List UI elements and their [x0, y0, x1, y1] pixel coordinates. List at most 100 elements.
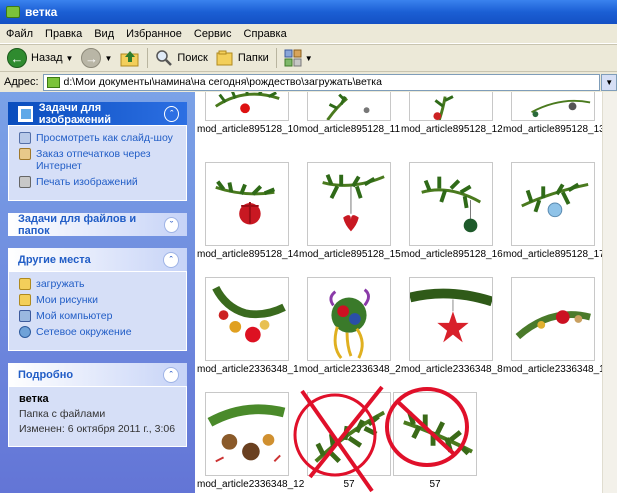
- expand-chevron-icon[interactable]: ˇ: [163, 216, 179, 233]
- folders-button[interactable]: Папки: [212, 46, 273, 70]
- place-label: Мои рисунки: [36, 294, 98, 306]
- other-places-title: Другие места: [18, 253, 91, 266]
- address-label: Адрес:: [4, 76, 39, 88]
- thumbnail: [511, 92, 595, 121]
- file-item[interactable]: mod_article895128_13: [503, 92, 602, 135]
- thumbnail: [205, 92, 289, 121]
- search-icon: [156, 50, 173, 66]
- ribbon-bouquet-image: [329, 288, 370, 359]
- vertical-scrollbar[interactable]: [602, 92, 617, 493]
- file-item[interactable]: mod_article895128_17: [503, 162, 602, 260]
- file-item[interactable]: mod_article2336348_11: [503, 277, 602, 375]
- file-item[interactable]: mod_article895128_16: [401, 162, 503, 260]
- pine-garland-image: [212, 285, 286, 343]
- print-images-label: Печать изображений: [36, 176, 138, 188]
- file-name: mod_article895128_17: [503, 249, 602, 260]
- details-header[interactable]: Подробно ˆ: [8, 363, 187, 386]
- up-folder-button[interactable]: [116, 46, 144, 70]
- up-folder-icon: [120, 51, 139, 67]
- file-tasks-header[interactable]: Задачи для файлов и папок ˇ: [8, 212, 187, 237]
- order-prints-link[interactable]: Заказ отпечатков через Интернет: [19, 148, 176, 172]
- file-tasks-panel: Задачи для файлов и папок ˇ: [8, 212, 187, 237]
- place-label: Мой компьютер: [36, 310, 113, 322]
- file-item[interactable]: mod_article895128_10: [197, 92, 299, 135]
- file-name: mod_article2336348_1: [197, 364, 299, 375]
- file-name: mod_article895128_12: [401, 124, 503, 135]
- file-item[interactable]: mod_article2336348_1: [197, 277, 299, 375]
- menu-tools[interactable]: Сервис: [188, 28, 238, 40]
- place-label: Сетевое окружение: [36, 326, 132, 338]
- pine-branch-image: [322, 173, 385, 232]
- image-tasks-header[interactable]: Задачи для изображений ˆ: [8, 101, 187, 126]
- chevron-down-icon[interactable]: ▼: [305, 54, 313, 63]
- thumbnail: [409, 162, 493, 246]
- file-item[interactable]: mod_article895128_14: [197, 162, 299, 260]
- forward-arrow-icon: →: [81, 48, 102, 68]
- file-item[interactable]: mod_article895128_12: [401, 92, 503, 135]
- other-places-body: загружать Мои рисунки Мой компьютер Сете…: [8, 271, 187, 351]
- slideshow-link[interactable]: Просмотреть как слайд-шоу: [19, 132, 176, 144]
- file-name: mod_article895128_14: [197, 249, 299, 260]
- slideshow-label: Просмотреть как слайд-шоу: [36, 132, 173, 144]
- file-list: mod_article895128_10 mod_article895128_1…: [195, 92, 602, 493]
- thumbnail: [307, 162, 391, 246]
- file-item[interactable]: mod_article2336348_8: [401, 277, 503, 375]
- menu-edit[interactable]: Правка: [39, 28, 88, 40]
- pine-branch-image: [326, 93, 370, 120]
- pine-ornaments-image: [207, 404, 286, 463]
- window-title: ветка: [25, 5, 58, 19]
- back-button[interactable]: ← Назад ▼: [3, 46, 77, 70]
- file-tasks-title: Задачи для файлов и папок: [18, 212, 137, 237]
- menu-file[interactable]: Файл: [0, 28, 39, 40]
- details-type: Папка с файлами: [19, 408, 106, 420]
- place-label: загружать: [36, 278, 85, 290]
- views-icon: [284, 49, 302, 67]
- details-title: Подробно: [18, 368, 74, 381]
- file-item[interactable]: mod_article895128_15: [299, 162, 401, 260]
- folder-icon: [6, 6, 20, 18]
- thumbnail: [205, 392, 289, 476]
- toolbar: ← Назад ▼ → ▼ Поиск Папки ▼: [0, 44, 617, 72]
- file-item[interactable]: mod_article895128_11: [299, 92, 400, 135]
- pine-garland-image: [515, 310, 591, 340]
- chevron-down-icon[interactable]: ▼: [104, 54, 112, 63]
- pine-branch-image: [433, 95, 454, 120]
- views-button[interactable]: ▼: [280, 46, 317, 70]
- menu-help[interactable]: Справка: [238, 28, 293, 40]
- thumbnail: [307, 92, 391, 121]
- menu-view[interactable]: Вид: [88, 28, 120, 40]
- other-places-panel: Другие места ˆ загружать Мои рисунки Мой…: [8, 248, 187, 351]
- place-link-my-pictures[interactable]: Мои рисунки: [19, 294, 176, 306]
- collapse-chevron-icon[interactable]: ˆ: [163, 251, 179, 268]
- pine-branch-image: [214, 92, 280, 114]
- thumbnail: [409, 92, 493, 121]
- image-tasks-panel: Задачи для изображений ˆ Просмотреть как…: [8, 102, 187, 201]
- forward-button[interactable]: → ▼: [77, 46, 116, 70]
- title-bar: ветка: [0, 0, 617, 24]
- folders-label: Папки: [237, 52, 269, 64]
- place-link-my-computer[interactable]: Мой компьютер: [19, 310, 176, 322]
- menu-favorites[interactable]: Избранное: [120, 28, 188, 40]
- collapse-chevron-icon[interactable]: ˆ: [163, 366, 179, 383]
- collapse-chevron-icon[interactable]: ˆ: [164, 105, 179, 122]
- other-places-header[interactable]: Другие места ˆ: [8, 248, 187, 271]
- image-tasks-title: Задачи для изображений: [38, 101, 111, 126]
- print-images-link[interactable]: Печать изображений: [19, 176, 176, 188]
- file-name: mod_article895128_13: [503, 124, 602, 135]
- file-item[interactable]: mod_article2336348_2: [299, 277, 401, 375]
- file-name: mod_article2336348_8: [401, 364, 503, 375]
- computer-icon: [19, 310, 31, 322]
- menu-bar: Файл Правка Вид Избранное Сервис Справка: [0, 24, 617, 44]
- file-name: mod_article895128_16: [401, 249, 503, 260]
- file-item[interactable]: mod_article2336348_12: [197, 392, 304, 490]
- address-value: d:\Мои документы\намина\на сегодня\рожде…: [63, 76, 382, 88]
- place-link-network[interactable]: Сетевое окружение: [19, 326, 176, 338]
- address-dropdown-button[interactable]: ▼: [601, 73, 617, 91]
- details-name: ветка: [19, 393, 49, 405]
- address-input[interactable]: d:\Мои документы\намина\на сегодня\рожде…: [42, 73, 601, 91]
- search-label: Поиск: [177, 52, 208, 64]
- search-button[interactable]: Поиск: [151, 46, 211, 70]
- place-link-zagruzhat[interactable]: загружать: [19, 278, 176, 290]
- toolbar-separator: [275, 48, 277, 68]
- chevron-down-icon[interactable]: ▼: [66, 54, 74, 63]
